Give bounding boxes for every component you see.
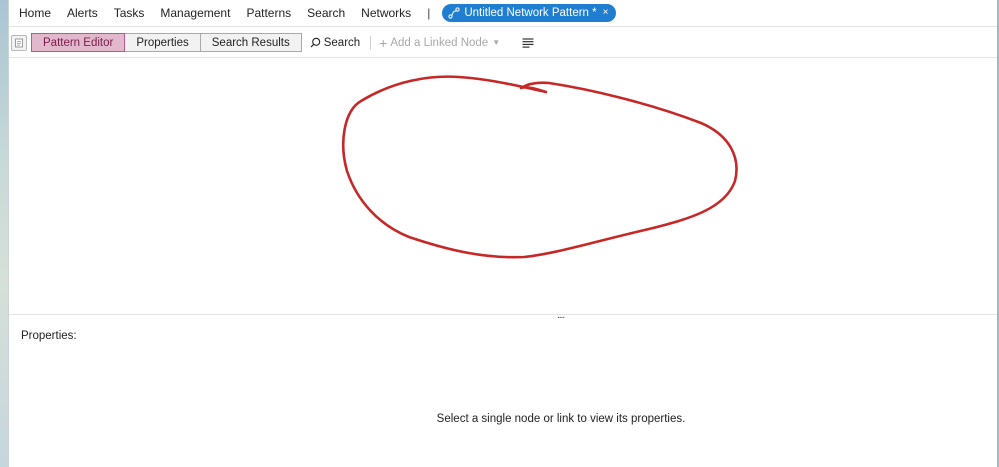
nav-alerts[interactable]: Alerts	[59, 6, 106, 20]
properties-title: Properties:	[21, 330, 77, 342]
panel-splitter[interactable]: ....	[9, 311, 997, 321]
search-button[interactable]: Search	[310, 37, 360, 49]
top-nav: Home Alerts Tasks Management Patterns Se…	[9, 0, 997, 27]
properties-empty-message: Select a single node or link to view its…	[436, 413, 686, 425]
list-menu-icon	[522, 37, 534, 48]
nav-networks[interactable]: Networks	[353, 6, 419, 20]
pattern-editor-button[interactable]: Pattern Editor	[31, 33, 126, 52]
nav-management[interactable]: Management	[152, 6, 238, 20]
search-icon	[310, 37, 320, 48]
list-options-button[interactable]	[522, 37, 534, 48]
view-switcher: Pattern Editor Properties Search Results	[31, 33, 302, 52]
nav-tasks[interactable]: Tasks	[106, 6, 153, 20]
tab-untitled-network-pattern[interactable]: Untitled Network Pattern * ×	[442, 4, 617, 22]
pattern-editor-canvas[interactable]	[9, 59, 997, 314]
properties-panel: Properties: Select a single node or link…	[9, 318, 997, 467]
nav-search[interactable]: Search	[299, 6, 353, 20]
plus-icon: +	[379, 34, 388, 51]
document-icon[interactable]	[11, 34, 27, 51]
properties-button[interactable]: Properties	[125, 33, 201, 52]
nav-separator: |	[427, 6, 431, 20]
nav-patterns[interactable]: Patterns	[238, 6, 299, 20]
app-window: Home Alerts Tasks Management Patterns Se…	[9, 0, 997, 467]
toolbar-divider	[370, 35, 372, 50]
red-annotation-loop	[341, 75, 738, 259]
background-strip	[0, 0, 9, 467]
editor-toolbar: Pattern Editor Properties Search Results…	[9, 28, 997, 58]
search-button-label: Search	[323, 36, 361, 49]
search-results-button[interactable]: Search Results	[200, 33, 302, 52]
nav-home[interactable]: Home	[9, 6, 59, 20]
add-linked-node-button[interactable]: + Add a Linked Node ▼	[379, 36, 500, 50]
tab-label: Untitled Network Pattern *	[464, 7, 597, 19]
add-linked-node-label: Add a Linked Node	[390, 36, 489, 49]
chevron-down-icon: ▼	[492, 38, 501, 47]
close-icon[interactable]: ×	[603, 8, 609, 18]
network-pattern-icon	[448, 7, 460, 19]
